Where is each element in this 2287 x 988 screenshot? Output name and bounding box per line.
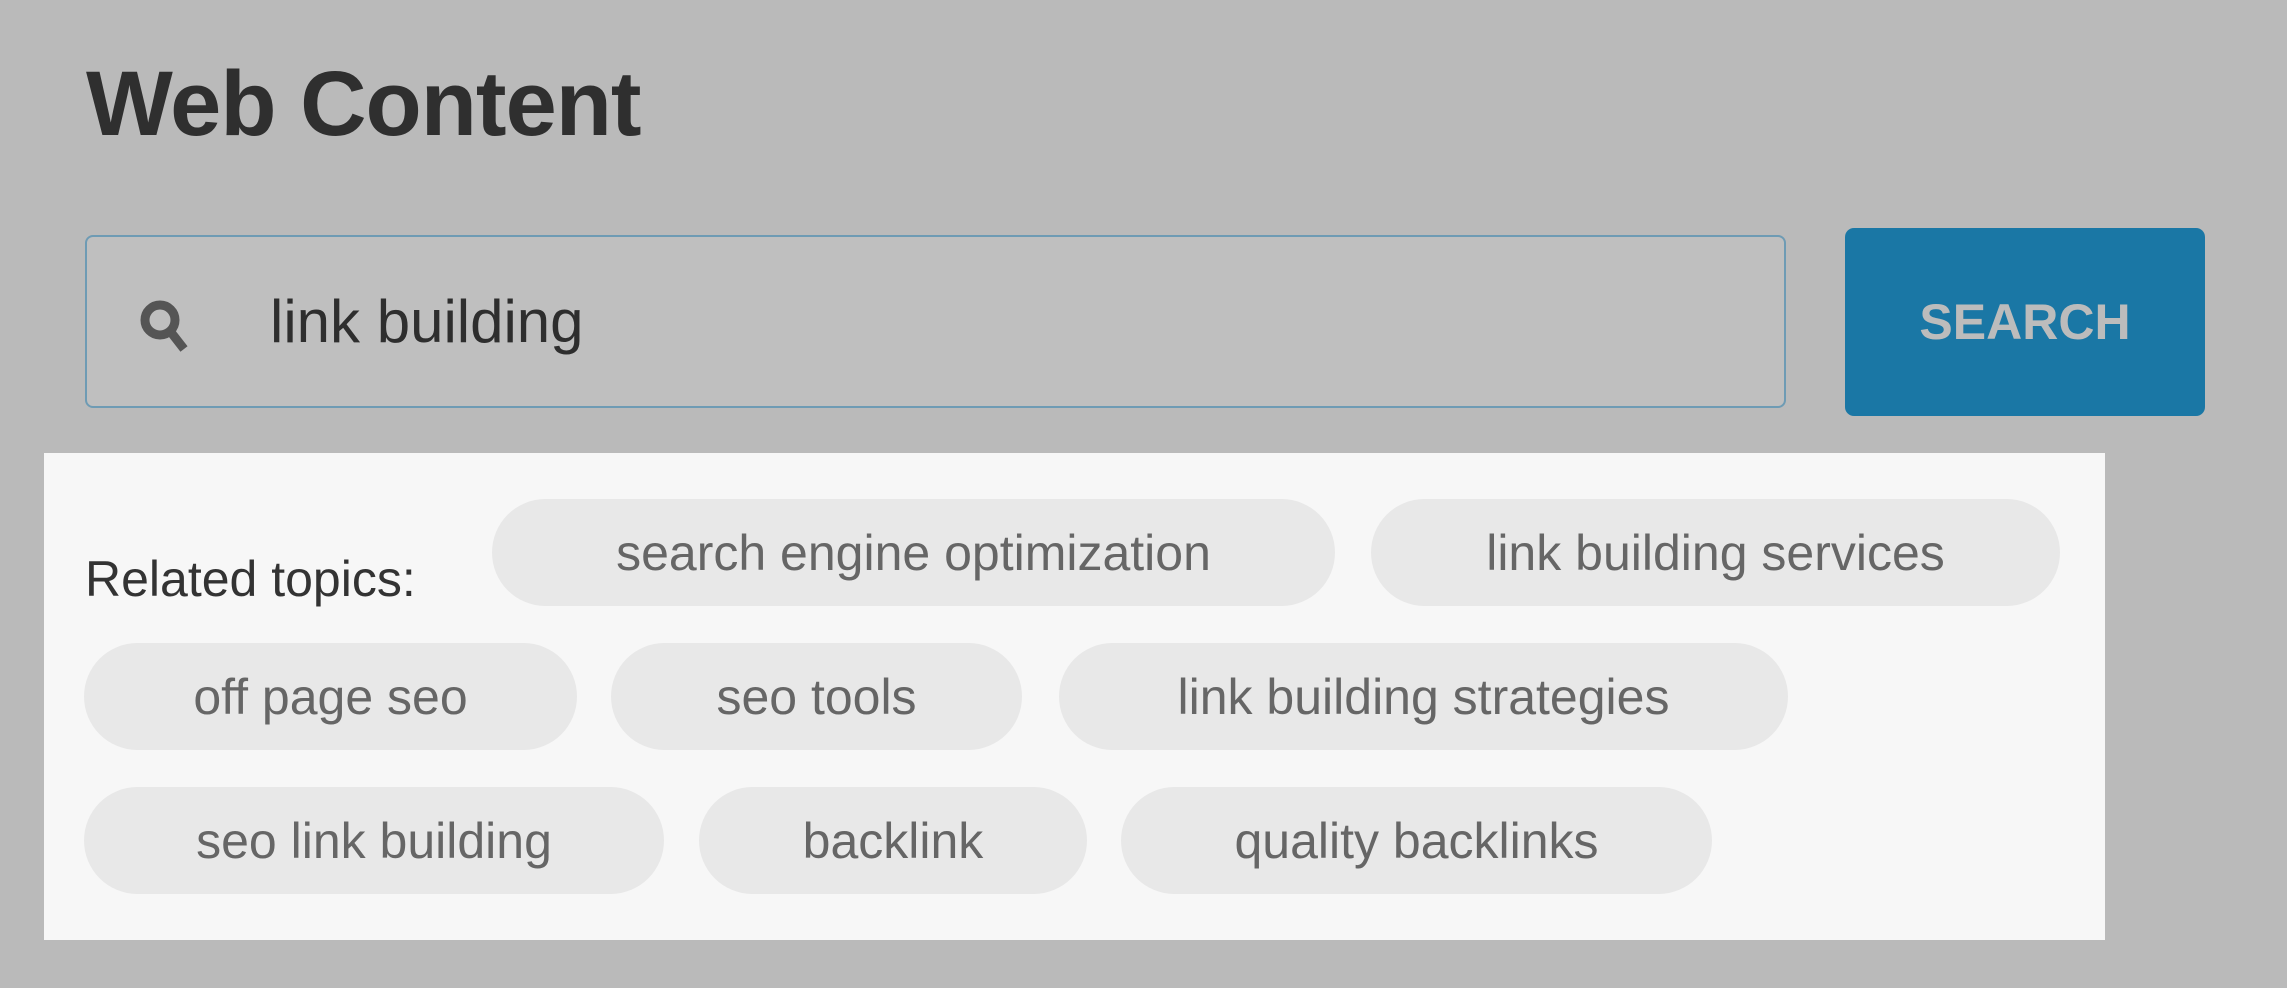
topic-chip[interactable]: search engine optimization <box>492 499 1335 606</box>
search-button[interactable]: SEARCH <box>1845 228 2205 416</box>
page-title: Web Content <box>86 53 642 155</box>
search-input[interactable] <box>270 237 1670 406</box>
search-field[interactable] <box>85 235 1786 408</box>
related-topics-panel: Related topics: search engine optimizati… <box>44 453 2105 940</box>
topic-chip[interactable]: seo link building <box>84 787 664 894</box>
topic-chip[interactable]: backlink <box>699 787 1087 894</box>
topic-chip[interactable]: link building strategies <box>1059 643 1788 750</box>
search-icon <box>140 300 188 352</box>
topic-chip[interactable]: seo tools <box>611 643 1022 750</box>
topic-chip[interactable]: off page seo <box>84 643 577 750</box>
related-topics-label: Related topics: <box>85 550 416 607</box>
topic-chip[interactable]: quality backlinks <box>1121 787 1712 894</box>
topic-chip[interactable]: link building services <box>1371 499 2060 606</box>
